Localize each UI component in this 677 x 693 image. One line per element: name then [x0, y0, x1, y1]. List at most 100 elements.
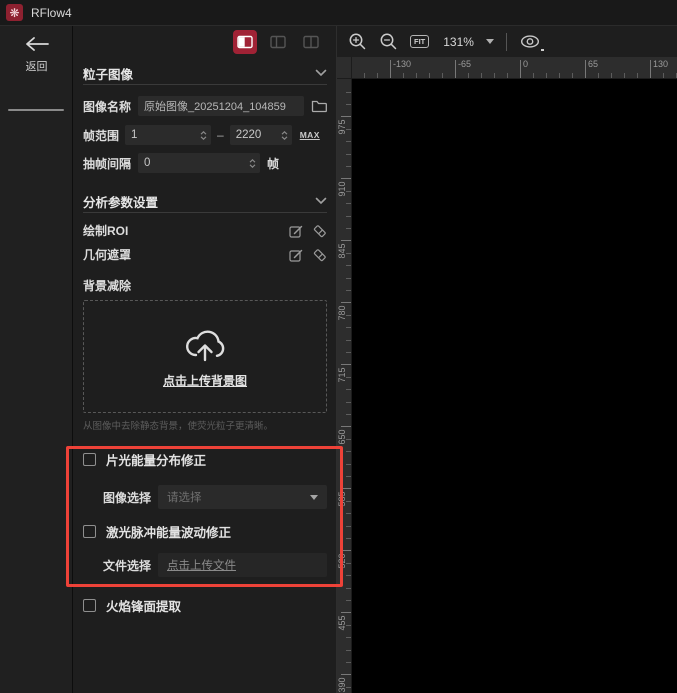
zoom-dropdown-caret-icon[interactable] [486, 39, 494, 44]
ruler-corner [337, 57, 352, 79]
back-label: 返回 [26, 58, 48, 74]
draw-roi-row: 绘制ROI [83, 222, 327, 239]
v-ruler-label: 390 [337, 670, 347, 693]
analysis-params-section-header[interactable]: 分析参数设置 [83, 195, 327, 213]
v-ruler-label: 715 [337, 360, 347, 390]
frame-interval-label: 抽帧间隔 [83, 155, 131, 172]
file-upload-placeholder: 点击上传文件 [167, 557, 236, 573]
visibility-toggle-button[interactable] [519, 34, 541, 49]
layout-split-left-button[interactable] [233, 30, 257, 54]
nav-divider [8, 109, 64, 111]
fit-view-button[interactable]: FIT [410, 35, 429, 49]
zoom-in-icon [348, 32, 367, 51]
zoom-out-button[interactable] [379, 32, 398, 51]
image-name-input[interactable]: 原始图像_20251204_104859 [138, 96, 304, 116]
layout-split-mid-button[interactable] [266, 30, 290, 54]
title-bar: ❋ RFlow4 [0, 0, 677, 26]
max-link[interactable]: MAX [300, 130, 320, 140]
layout-toolbar [83, 26, 327, 57]
image-select-dropdown[interactable]: 请选择 [158, 485, 327, 509]
v-ruler-label: 585 [337, 484, 347, 514]
laser-pulse-correction-row[interactable]: 激光脉冲能量波动修正 [83, 523, 327, 539]
v-ruler-label: 975 [337, 112, 347, 142]
frame-end-stepper[interactable]: 2220 [230, 125, 292, 145]
frame-interval-stepper[interactable]: 0 [138, 153, 260, 173]
frame-start-value: 1 [125, 129, 198, 141]
back-button[interactable]: 返回 [0, 26, 73, 74]
h-ruler-label: -65 [458, 59, 471, 69]
file-upload-input[interactable]: 点击上传文件 [158, 553, 327, 577]
file-select-row: 文件选择 点击上传文件 [103, 553, 327, 577]
particle-image-title: 粒子图像 [83, 64, 133, 83]
frame-unit-label: 帧 [267, 155, 279, 172]
layout-split-left-icon [235, 32, 255, 52]
toolbar-separator [506, 33, 507, 51]
chevron-down-icon[interactable] [315, 69, 327, 77]
h-ruler-label: 65 [588, 59, 598, 69]
analysis-params-title: 分析参数设置 [83, 192, 158, 211]
sheet-light-checkbox[interactable] [83, 453, 96, 466]
frame-range-row: 帧范围 1 – 2220 MAX [83, 125, 327, 145]
v-ruler-label: 455 [337, 608, 347, 638]
image-canvas[interactable] [352, 79, 677, 693]
v-ruler-label: 650 [337, 422, 347, 452]
geometry-mask-actions [289, 248, 327, 262]
particle-image-section-header[interactable]: 粒子图像 [83, 67, 327, 85]
h-ruler-label: 130 [653, 59, 668, 69]
chevron-down-icon[interactable] [315, 197, 327, 205]
h-ruler-label: -130 [393, 59, 411, 69]
folder-icon [311, 99, 327, 113]
cloud-upload-icon [181, 324, 229, 364]
v-ruler-label: 845 [337, 236, 347, 266]
image-select-row: 图像选择 请选择 [103, 485, 327, 509]
zoom-level-value: 131% [443, 35, 474, 49]
h-ruler: -130-65065130 [352, 57, 677, 79]
image-select-placeholder: 请选择 [167, 489, 202, 505]
file-select-label: 文件选择 [103, 557, 151, 574]
v-ruler: 975910845780715650585520455390 [337, 79, 352, 693]
v-ruler-label: 910 [337, 174, 347, 204]
background-hint-text: 从图像中去除静态背景，使荧光粒子更清晰。 [83, 418, 327, 432]
image-name-label: 图像名称 [83, 98, 131, 115]
draw-roi-label: 绘制ROI [83, 222, 128, 239]
eraser-icon[interactable] [313, 224, 327, 238]
geometry-mask-label: 几何遮罩 [83, 246, 131, 263]
upload-background-link[interactable]: 点击上传背景图 [163, 372, 247, 389]
background-upload-dropzone[interactable]: 点击上传背景图 [83, 300, 327, 413]
frame-range-label: 帧范围 [83, 127, 119, 144]
eraser-icon[interactable] [313, 248, 327, 262]
layout-split-even-icon [301, 32, 321, 52]
zoom-out-icon [379, 32, 398, 51]
image-name-value: 原始图像_20251204_104859 [144, 98, 286, 114]
stepper-arrows-icon[interactable] [247, 159, 260, 168]
back-arrow-icon [24, 36, 50, 52]
layout-split-mid-icon [268, 32, 288, 52]
stepper-arrows-icon[interactable] [198, 131, 211, 140]
flame-front-label: 火焰锋面提取 [106, 596, 181, 615]
frame-interval-value: 0 [138, 157, 247, 169]
background-subtract-label: 背景减除 [83, 277, 131, 294]
v-ruler-label: 520 [337, 546, 347, 576]
laser-pulse-checkbox[interactable] [83, 525, 96, 538]
range-separator: – [217, 128, 224, 142]
zoom-in-button[interactable] [348, 32, 367, 51]
draw-roi-actions [289, 224, 327, 238]
edit-icon[interactable] [289, 224, 303, 238]
app-title: RFlow4 [31, 6, 72, 20]
flame-front-row[interactable]: 火焰锋面提取 [83, 597, 327, 613]
canvas-toolbar: FIT 131% [338, 26, 677, 57]
stepper-arrows-icon[interactable] [279, 131, 292, 140]
sheet-light-correction-row[interactable]: 片光能量分布修正 [83, 451, 327, 467]
frame-start-stepper[interactable]: 1 [125, 125, 211, 145]
laser-pulse-label: 激光脉冲能量波动修正 [106, 522, 231, 541]
eye-badge-dot [541, 49, 544, 52]
left-nav: 返回 [0, 26, 73, 693]
edit-icon[interactable] [289, 248, 303, 262]
folder-browse-button[interactable] [311, 99, 327, 113]
frame-interval-row: 抽帧间隔 0 帧 [83, 153, 327, 173]
app-window: ❋ RFlow4 返回 [0, 0, 677, 693]
flame-front-checkbox[interactable] [83, 599, 96, 612]
image-name-row: 图像名称 原始图像_20251204_104859 [83, 96, 327, 116]
dropdown-caret-icon [310, 495, 318, 500]
layout-split-even-button[interactable] [299, 30, 323, 54]
